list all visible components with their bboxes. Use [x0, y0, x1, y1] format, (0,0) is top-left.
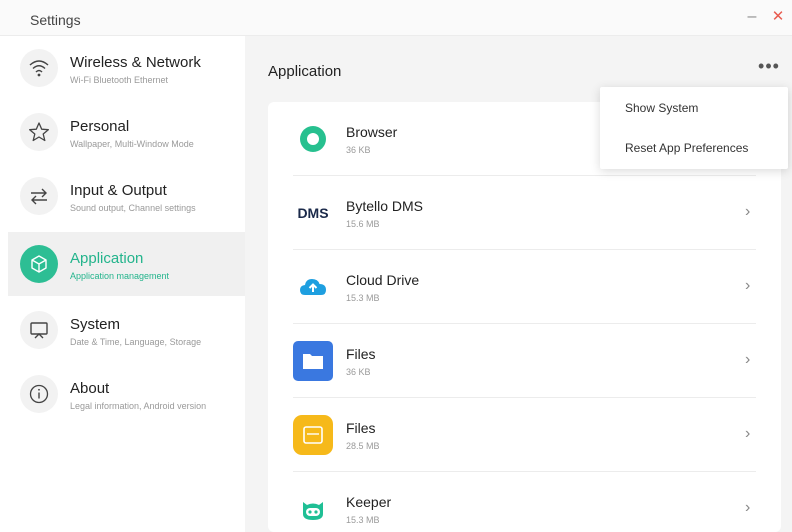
- sidebar-item-subtitle: Application management: [70, 271, 170, 281]
- sidebar-item-title: Personal: [70, 118, 130, 135]
- sidebar-item-title: Application: [70, 250, 144, 267]
- sidebar-item-subtitle: Wallpaper, Multi-Window Mode: [70, 139, 194, 149]
- chevron-right-icon: ›: [745, 351, 751, 368]
- monitor-icon: [20, 311, 58, 349]
- app-name: Browser: [346, 124, 398, 140]
- menu-item-reset-app-preferences[interactable]: Reset App Preferences: [600, 128, 788, 168]
- sidebar-item-title: System: [70, 316, 121, 333]
- chevron-right-icon: ›: [745, 277, 751, 294]
- page-title: Application: [268, 63, 342, 80]
- app-name: Bytello DMS: [346, 198, 424, 214]
- app-name: Files: [346, 420, 376, 436]
- list-item-cloud-drive[interactable]: Cloud Drive 15.3 MB ›: [293, 250, 756, 324]
- app-name: Cloud Drive: [346, 272, 420, 288]
- dms-icon: DMS: [293, 193, 333, 233]
- app-name: Keeper: [346, 494, 392, 510]
- list-item-files-yellow[interactable]: Files 28.5 MB ›: [293, 398, 756, 472]
- sidebar-item-subtitle: Wi-Fi Bluetooth Ethernet: [70, 75, 169, 85]
- chevron-right-icon: ›: [745, 425, 751, 442]
- sidebar-item-title: Wireless & Network: [70, 54, 201, 71]
- swap-arrows-icon: [20, 177, 58, 215]
- app-size: 36 KB: [346, 367, 371, 377]
- list-item-files-blue[interactable]: Files 36 KB ›: [293, 324, 756, 398]
- close-icon[interactable]: ✕: [770, 9, 786, 25]
- files-yellow-icon: [293, 415, 333, 455]
- window-title: Settings: [30, 12, 81, 28]
- sidebar-item-about[interactable]: About Legal information, Android version: [8, 362, 245, 426]
- sidebar-item-input-output[interactable]: Input & Output Sound output, Channel set…: [8, 164, 245, 228]
- minimize-icon[interactable]: –: [744, 9, 760, 25]
- cube-icon: [20, 245, 58, 283]
- browser-icon: [293, 119, 333, 159]
- sidebar-item-system[interactable]: System Date & Time, Language, Storage: [8, 298, 245, 362]
- sidebar-item-subtitle: Sound output, Channel settings: [70, 203, 196, 213]
- list-item-bytello-dms[interactable]: DMS Bytello DMS 15.6 MB ›: [293, 176, 756, 250]
- sidebar-item-subtitle: Legal information, Android version: [70, 401, 207, 411]
- wifi-icon: [20, 49, 58, 87]
- info-icon: [20, 375, 58, 413]
- sidebar-item-subtitle: Date & Time, Language, Storage: [70, 337, 202, 347]
- sidebar-item-title: About: [70, 380, 110, 397]
- app-name: Files: [346, 346, 376, 362]
- sidebar: Wireless & Network Wi-Fi Bluetooth Ether…: [8, 36, 245, 532]
- sidebar-item-personal[interactable]: Personal Wallpaper, Multi-Window Mode: [8, 100, 245, 164]
- folder-icon: [293, 341, 333, 381]
- keeper-icon: [293, 489, 333, 529]
- title-bar: Settings – ✕: [0, 0, 792, 36]
- dms-logo-text: DMS: [297, 205, 329, 221]
- overflow-menu: Show System Reset App Preferences: [600, 87, 788, 169]
- menu-item-show-system[interactable]: Show System: [600, 88, 788, 128]
- star-icon: [20, 113, 58, 151]
- chevron-right-icon: ›: [745, 203, 751, 220]
- sidebar-item-application[interactable]: Application Application management: [8, 232, 245, 296]
- more-options-button[interactable]: •••: [757, 57, 781, 80]
- chevron-right-icon: ›: [745, 499, 751, 516]
- cloud-drive-icon: [293, 267, 333, 307]
- list-item-keeper[interactable]: Keeper 15.3 MB ›: [293, 472, 756, 532]
- app-size: 28.5 MB: [346, 441, 380, 451]
- app-size: 15.3 MB: [346, 293, 380, 303]
- sidebar-item-title: Input & Output: [70, 182, 167, 199]
- app-size: 15.3 MB: [346, 515, 380, 525]
- app-size: 15.6 MB: [346, 219, 380, 229]
- sidebar-item-wireless-network[interactable]: Wireless & Network Wi-Fi Bluetooth Ether…: [8, 36, 245, 100]
- app-size: 36 KB: [346, 145, 371, 155]
